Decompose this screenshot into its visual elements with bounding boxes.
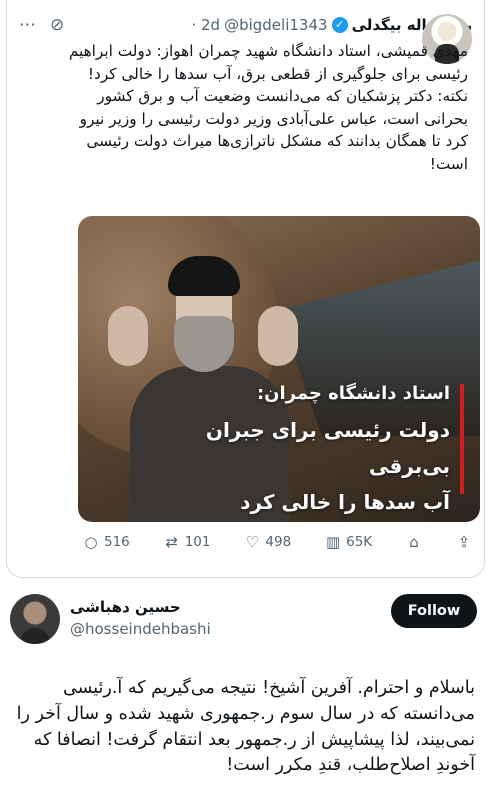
- grok-icon[interactable]: ⊘: [50, 15, 64, 35]
- like-count: 498: [265, 534, 292, 550]
- post-author-name[interactable]: حسین دهباشی: [70, 598, 181, 616]
- post-author-handle[interactable]: @hosseindehbashi: [70, 620, 211, 638]
- bookmark-icon: ⌂: [409, 533, 419, 551]
- quoted-tweet-text: مهدی قمیشی، استاد دانشگاه شهید چمران اهو…: [68, 42, 468, 173]
- reply-count: 516: [104, 534, 130, 550]
- main-post: حسین دهباشی @hosseindehbashi Follow باسل…: [0, 578, 491, 800]
- headline-accent-bar: [460, 384, 464, 494]
- share-button[interactable]: ⇪: [456, 533, 472, 551]
- retweet-button[interactable]: ⇄ 101: [164, 533, 211, 551]
- timestamp[interactable]: · 2d: [191, 16, 220, 34]
- verified-badge-icon: ✓: [331, 17, 348, 33]
- more-icon[interactable]: ⋯: [19, 15, 36, 35]
- reply-icon: ○: [84, 533, 98, 551]
- views-button[interactable]: ▥ 65K: [325, 533, 372, 551]
- retweet-count: 101: [184, 534, 211, 550]
- author-handle[interactable]: @bigdeli1343: [224, 16, 327, 34]
- tweet-actions: ○ 516 ⇄ 101 ♡ 498 ▥ 65K ⌂ ⇪: [83, 530, 472, 554]
- views-count: 65K: [346, 534, 373, 550]
- views-icon: ▥: [326, 533, 341, 551]
- quoted-tweet-header: ⋯ ⊘ · 2d @bigdeli1343 ✓ رحمت‌اله بیگدلی: [19, 10, 472, 40]
- like-button[interactable]: ♡ 498: [244, 533, 292, 551]
- follow-button[interactable]: Follow: [391, 594, 477, 628]
- image-headline-line1: استاد دانشگاه چمران:: [256, 383, 450, 404]
- reply-button[interactable]: ○ 516: [83, 533, 130, 551]
- image-headline-line2: دولت رئیسی برای جبران بی‌برقی: [205, 418, 450, 478]
- quoted-tweet[interactable]: ⋯ ⊘ · 2d @bigdeli1343 ✓ رحمت‌اله بیگدلی …: [6, 0, 485, 578]
- share-icon: ⇪: [457, 533, 471, 551]
- retweet-icon: ⇄: [165, 533, 178, 551]
- post-text: باسلام و احترام. آفرین آشیخ! نتیجه می‌گی…: [16, 678, 475, 776]
- image-headline-line3: آب سدها را خالی کرد: [240, 490, 450, 514]
- post-author-avatar[interactable]: [10, 594, 60, 644]
- tweet-image[interactable]: استاد دانشگاه چمران: دولت رئیسی برای جبر…: [78, 216, 480, 522]
- bookmark-button[interactable]: ⌂: [406, 533, 422, 551]
- heart-icon: ♡: [245, 533, 260, 551]
- image-headline: استاد دانشگاه چمران: دولت رئیسی برای جبر…: [160, 376, 450, 520]
